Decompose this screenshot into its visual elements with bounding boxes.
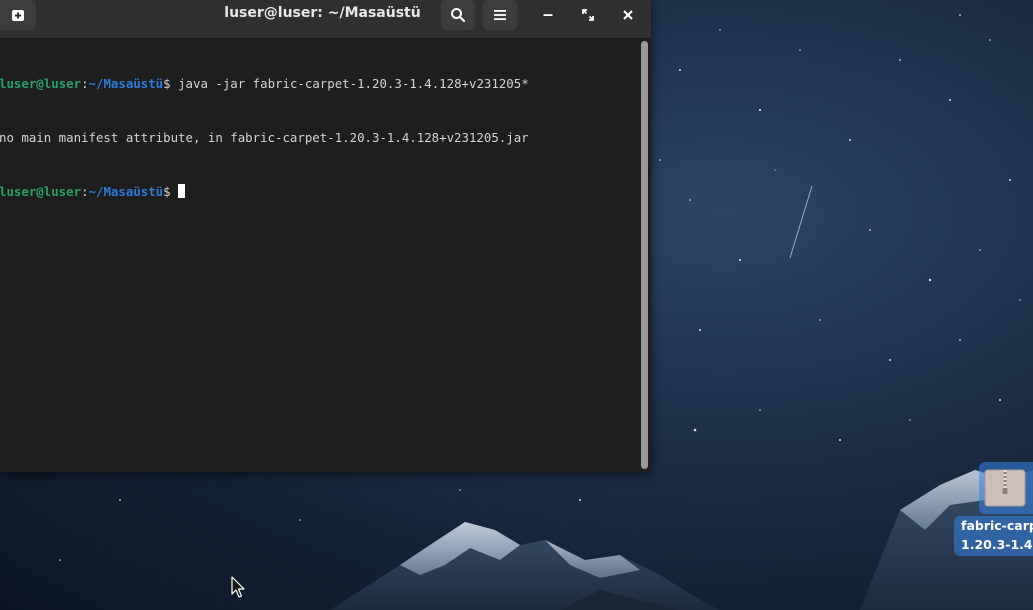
prompt-path: ~/Masaüstü xyxy=(88,76,164,91)
prompt-path: ~/Masaüstü xyxy=(88,184,164,199)
minimize-button[interactable] xyxy=(532,0,564,30)
prompt-separator: : xyxy=(81,184,89,199)
search-icon xyxy=(451,8,466,23)
new-tab-icon xyxy=(12,10,24,21)
file-icon-selection[interactable] xyxy=(979,462,1033,514)
new-tab-button[interactable] xyxy=(0,0,36,30)
mouse-pointer-icon xyxy=(231,576,245,598)
prompt-user: luser@luser xyxy=(0,184,82,199)
prompt-user: luser@luser xyxy=(0,76,82,91)
terminal-line-prompt: luser@luser:~/Masaüstü$ xyxy=(0,183,637,201)
window-title: luser@luser: ~/Masaüstü xyxy=(224,5,421,21)
prompt-symbol: $ xyxy=(163,184,179,199)
desktop: luser@luser: ~/Masaüstü luser@luser:~/Ma… xyxy=(0,0,1033,610)
file-label[interactable]: fabric-carpet- 1.20.3-1.4.128 xyxy=(954,516,1033,556)
zip-archive-icon xyxy=(984,469,1026,507)
close-icon xyxy=(623,10,633,20)
search-button[interactable] xyxy=(441,0,475,30)
file-label-line-2: 1.20.3-1.4.128 xyxy=(961,537,1033,552)
scrollbar[interactable] xyxy=(637,39,651,472)
prompt-symbol: $ xyxy=(163,76,179,91)
maximize-icon xyxy=(582,9,594,21)
terminal-window[interactable]: luser@luser: ~/Masaüstü luser@luser:~/Ma… xyxy=(0,0,651,472)
prompt-separator: : xyxy=(81,76,89,91)
menu-button[interactable] xyxy=(483,0,517,30)
desktop-file-jar[interactable]: fabric-carpet- 1.20.3-1.4.128 xyxy=(954,460,1033,556)
file-label-line-1: fabric-carpet- xyxy=(961,518,1033,533)
text-cursor xyxy=(178,184,186,198)
terminal-output[interactable]: luser@luser:~/Masaüstü$ java -jar fabric… xyxy=(0,39,637,472)
hamburger-menu-icon xyxy=(494,10,506,20)
close-button[interactable] xyxy=(612,0,644,30)
maximize-button[interactable] xyxy=(572,0,604,30)
command-text: java -jar fabric-carpet-1.20.3-1.4.128+v… xyxy=(178,76,529,91)
terminal-line-output: no main manifest attribute, in fabric-ca… xyxy=(0,130,529,145)
scrollbar-thumb[interactable] xyxy=(641,41,648,469)
terminal-line-command: luser@luser:~/Masaüstü$ java -jar fabric… xyxy=(0,75,637,93)
headerbar[interactable]: luser@luser: ~/Masaüstü xyxy=(0,0,651,39)
minimize-icon xyxy=(543,14,553,16)
